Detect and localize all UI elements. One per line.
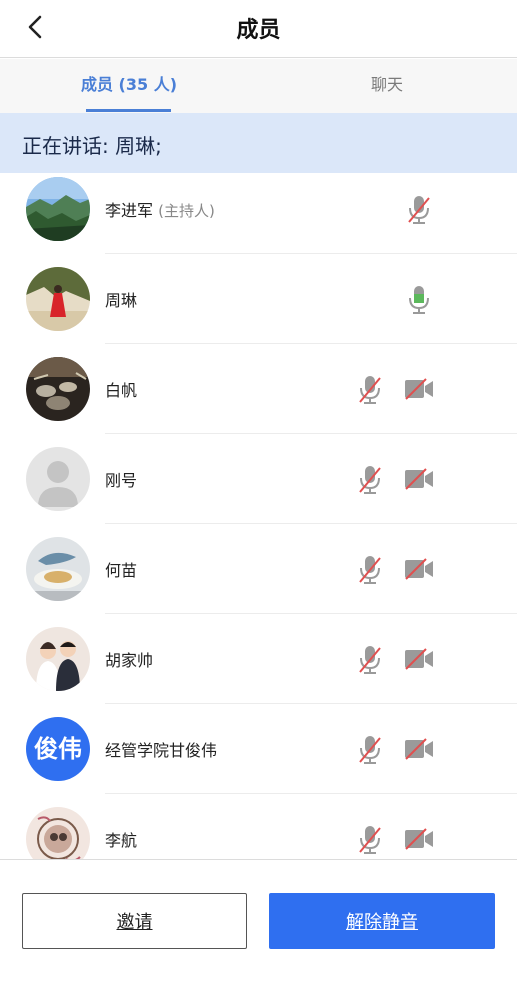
camera-off-icon[interactable] xyxy=(404,557,434,581)
avatar xyxy=(26,537,90,601)
camera-off-icon[interactable] xyxy=(404,827,434,851)
member-row[interactable]: 周琳 xyxy=(0,254,517,344)
camera-off-icon[interactable] xyxy=(404,647,434,671)
mic-muted-icon[interactable] xyxy=(405,194,433,226)
bottom-action-bar: 邀请 解除静音 xyxy=(0,859,517,1006)
tab-bar: 成员 (35 人) 聊天 xyxy=(0,59,517,113)
mic-muted-icon[interactable] xyxy=(356,554,384,586)
member-name: 刚号 xyxy=(105,471,138,490)
member-row[interactable]: 俊伟 经管学院甘俊伟 xyxy=(0,704,517,794)
avatar xyxy=(26,447,90,511)
avatar xyxy=(26,807,90,859)
host-tag: (主持人) xyxy=(158,202,215,220)
invite-button[interactable]: 邀请 xyxy=(22,893,247,949)
member-name: 白帆 xyxy=(105,381,138,400)
member-name: 胡家帅 xyxy=(105,651,154,670)
tab-members[interactable]: 成员 (35 人) xyxy=(0,59,258,113)
member-row[interactable]: 李进军 (主持人) xyxy=(0,173,517,254)
avatar xyxy=(26,267,90,331)
member-name: 经管学院甘俊伟 xyxy=(105,741,218,760)
mic-active-icon[interactable] xyxy=(405,284,433,316)
tab-active-indicator xyxy=(86,109,171,112)
mic-muted-icon[interactable] xyxy=(356,374,384,406)
avatar xyxy=(26,177,90,241)
member-row[interactable]: 白帆 xyxy=(0,344,517,434)
avatar-initials: 俊伟 xyxy=(34,735,82,763)
speaking-text: 正在讲话: 周琳; xyxy=(22,134,162,158)
member-name: 周琳 xyxy=(105,291,138,310)
member-name: 何苗 xyxy=(105,561,138,580)
mic-muted-icon[interactable] xyxy=(356,734,384,766)
header-bar: 成员 xyxy=(0,0,517,58)
member-list[interactable]: 李进军 (主持人) 周琳 白帆 刚号 何苗 胡家帅 俊伟 经管学院甘俊伟 李航 xyxy=(0,173,517,859)
page-title: 成员 xyxy=(236,18,281,43)
avatar xyxy=(26,357,90,421)
member-row[interactable]: 何苗 xyxy=(0,524,517,614)
mic-muted-icon[interactable] xyxy=(356,464,384,496)
member-row[interactable]: 刚号 xyxy=(0,434,517,524)
speaking-banner: 正在讲话: 周琳; xyxy=(0,113,517,173)
mic-muted-icon[interactable] xyxy=(356,824,384,856)
mic-muted-icon[interactable] xyxy=(356,644,384,676)
avatar: 俊伟 xyxy=(26,717,90,781)
unmute-button[interactable]: 解除静音 xyxy=(269,893,495,949)
member-name: 李航 xyxy=(105,831,138,850)
camera-off-icon[interactable] xyxy=(404,737,434,761)
member-row[interactable]: 胡家帅 xyxy=(0,614,517,704)
member-name: 李进军 (主持人) xyxy=(105,201,215,220)
camera-off-icon[interactable] xyxy=(404,467,434,491)
avatar xyxy=(26,627,90,691)
member-row[interactable]: 李航 xyxy=(0,794,517,859)
camera-off-icon[interactable] xyxy=(404,377,434,401)
tab-chat[interactable]: 聊天 xyxy=(258,59,516,113)
